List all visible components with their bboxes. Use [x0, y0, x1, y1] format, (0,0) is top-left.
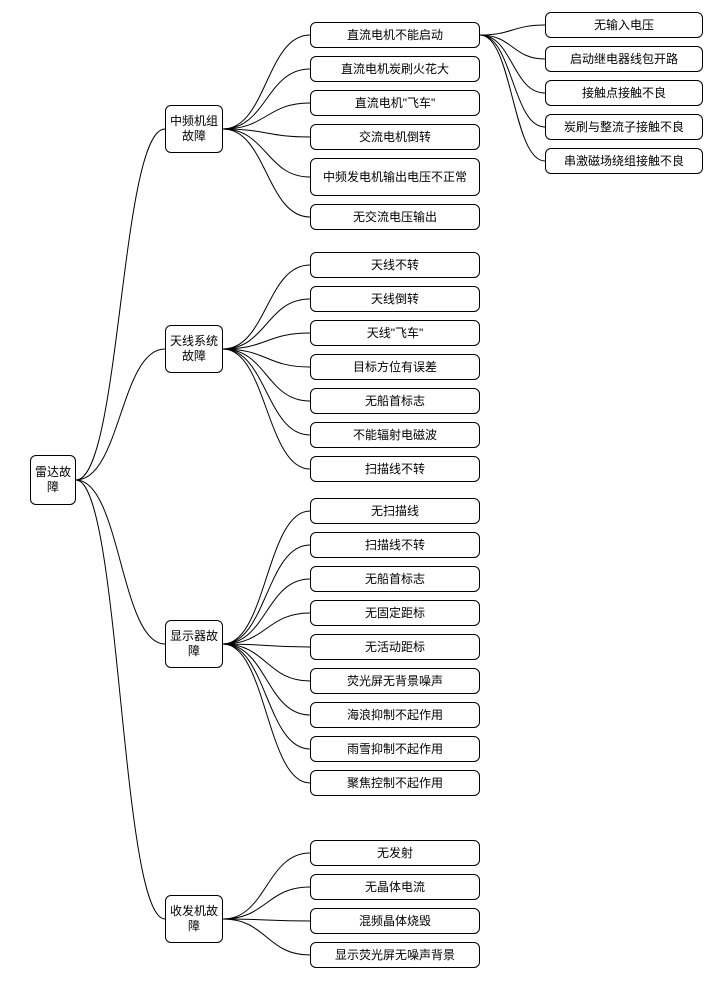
- category-node-0-label: 中频机组故障: [170, 114, 218, 144]
- leaf-node-1-4: 无船首标志: [310, 388, 480, 414]
- category-node-0: 中频机组故障: [165, 105, 223, 153]
- leaf-node-1-4-label: 无船首标志: [365, 394, 425, 409]
- category-node-3-label: 收发机故障: [170, 904, 218, 934]
- leaf-node-2-8: 聚焦控制不起作用: [310, 770, 480, 796]
- leaf-node-2-5-label: 荧光屏无背景噪声: [347, 674, 443, 689]
- leaf-node-1-5: 不能辐射电磁波: [310, 422, 480, 448]
- leaf-node-1-1-label: 天线倒转: [371, 292, 419, 307]
- leaf-node-2-5: 荧光屏无背景噪声: [310, 668, 480, 694]
- leaf-node-2-3: 无固定距标: [310, 600, 480, 626]
- leaf-node-3-1-label: 无晶体电流: [365, 880, 425, 895]
- leaf-node-1-1: 天线倒转: [310, 286, 480, 312]
- leaf-node-2-8-label: 聚焦控制不起作用: [347, 776, 443, 791]
- leaf-node-1-5-label: 不能辐射电磁波: [353, 428, 437, 443]
- detail-node-1: 启动继电器线包开路: [545, 46, 703, 72]
- leaf-node-2-6: 海浪抑制不起作用: [310, 702, 480, 728]
- leaf-node-3-3-label: 显示荧光屏无噪声背景: [335, 948, 455, 963]
- leaf-node-2-0: 无扫描线: [310, 498, 480, 524]
- detail-node-2: 接触点接触不良: [545, 80, 703, 106]
- leaf-node-3-2: 混频晶体烧毁: [310, 908, 480, 934]
- leaf-node-0-0-label: 直流电机不能启动: [347, 28, 443, 43]
- category-node-2-label: 显示器故障: [170, 629, 218, 659]
- leaf-node-3-0-label: 无发射: [377, 846, 413, 861]
- leaf-node-3-2-label: 混频晶体烧毁: [359, 914, 431, 929]
- detail-node-3: 炭刷与整流子接触不良: [545, 114, 703, 140]
- root-node: 雷达故障: [30, 455, 76, 505]
- leaf-node-0-1-label: 直流电机炭刷火花大: [341, 62, 449, 77]
- leaf-node-2-3-label: 无固定距标: [365, 606, 425, 621]
- leaf-node-0-5-label: 无交流电压输出: [353, 210, 437, 225]
- leaf-node-0-2-label: 直流电机"飞车": [355, 96, 436, 111]
- detail-node-4-label: 串激磁场绕组接触不良: [564, 154, 684, 169]
- leaf-node-2-1: 扫描线不转: [310, 532, 480, 558]
- leaf-node-0-2: 直流电机"飞车": [310, 90, 480, 116]
- root-node-label: 雷达故障: [35, 465, 71, 495]
- leaf-node-0-4-label: 中频发电机输出电压不正常: [323, 170, 467, 185]
- leaf-node-2-2-label: 无船首标志: [365, 572, 425, 587]
- leaf-node-3-1: 无晶体电流: [310, 874, 480, 900]
- category-node-1-label: 天线系统故障: [170, 334, 218, 364]
- leaf-node-2-4-label: 无活动距标: [365, 640, 425, 655]
- leaf-node-1-3: 目标方位有误差: [310, 354, 480, 380]
- detail-node-1-label: 启动继电器线包开路: [570, 52, 678, 67]
- leaf-node-2-0-label: 无扫描线: [371, 504, 419, 519]
- leaf-node-3-0: 无发射: [310, 840, 480, 866]
- leaf-node-2-7: 雨雪抑制不起作用: [310, 736, 480, 762]
- leaf-node-1-0-label: 天线不转: [371, 258, 419, 273]
- leaf-node-2-6-label: 海浪抑制不起作用: [347, 708, 443, 723]
- leaf-node-2-7-label: 雨雪抑制不起作用: [347, 742, 443, 757]
- category-node-1: 天线系统故障: [165, 325, 223, 373]
- detail-node-0: 无输入电压: [545, 12, 703, 38]
- leaf-node-0-0: 直流电机不能启动: [310, 22, 480, 48]
- leaf-node-1-0: 天线不转: [310, 252, 480, 278]
- leaf-node-0-3-label: 交流电机倒转: [359, 130, 431, 145]
- leaf-node-0-1: 直流电机炭刷火花大: [310, 56, 480, 82]
- leaf-node-3-3: 显示荧光屏无噪声背景: [310, 942, 480, 968]
- leaf-node-1-6: 扫描线不转: [310, 456, 480, 482]
- leaf-node-0-3: 交流电机倒转: [310, 124, 480, 150]
- category-node-3: 收发机故障: [165, 895, 223, 943]
- leaf-node-0-5: 无交流电压输出: [310, 204, 480, 230]
- detail-node-4: 串激磁场绕组接触不良: [545, 148, 703, 174]
- detail-node-3-label: 炭刷与整流子接触不良: [564, 120, 684, 135]
- leaf-node-1-3-label: 目标方位有误差: [353, 360, 437, 375]
- leaf-node-1-6-label: 扫描线不转: [365, 462, 425, 477]
- detail-node-2-label: 接触点接触不良: [582, 86, 666, 101]
- leaf-node-2-1-label: 扫描线不转: [365, 538, 425, 553]
- leaf-node-1-2-label: 天线"飞车": [367, 326, 424, 341]
- detail-node-0-label: 无输入电压: [594, 18, 654, 33]
- category-node-2: 显示器故障: [165, 620, 223, 668]
- leaf-node-0-4: 中频发电机输出电压不正常: [310, 158, 480, 196]
- leaf-node-2-4: 无活动距标: [310, 634, 480, 660]
- leaf-node-2-2: 无船首标志: [310, 566, 480, 592]
- leaf-node-1-2: 天线"飞车": [310, 320, 480, 346]
